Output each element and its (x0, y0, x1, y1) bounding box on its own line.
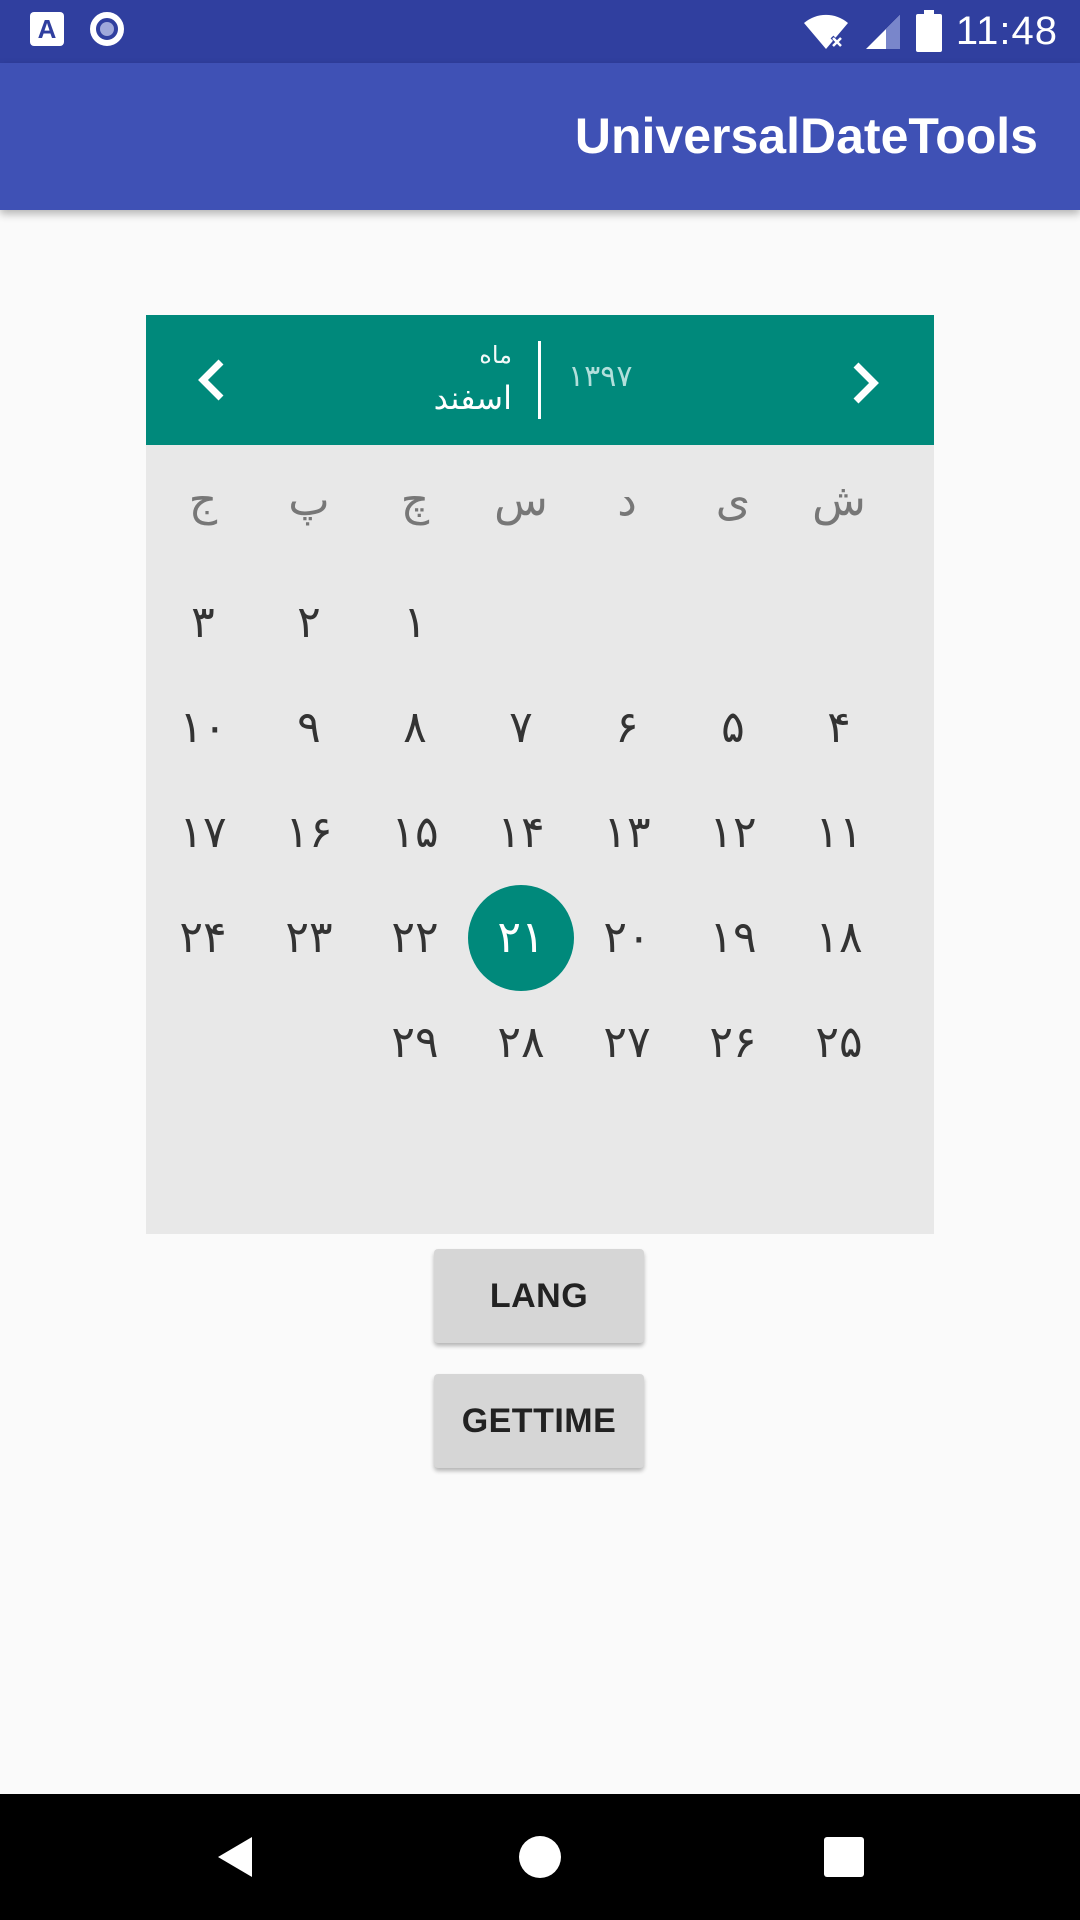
weekday-label: ج (188, 476, 218, 525)
calendar-header: ماه اسفند ۱۳۹۷ (146, 315, 934, 445)
calendar-day[interactable]: ۲۰ (574, 885, 680, 991)
wifi-icon (803, 14, 848, 50)
weekday-label: چ (400, 476, 430, 525)
calendar-day[interactable]: ۲۳ (256, 885, 362, 991)
next-month-button[interactable] (836, 353, 896, 413)
status-bar: A 11:48 (0, 0, 1080, 63)
chevron-left-icon (198, 359, 224, 401)
back-icon[interactable] (206, 1827, 266, 1887)
weekday-label: د (617, 476, 637, 525)
calendar-day[interactable]: ۹ (256, 675, 362, 781)
calendar-day[interactable]: ۲۷ (574, 990, 680, 1096)
weekday-label: ی (715, 476, 751, 525)
lang-button[interactable]: LANG (434, 1249, 644, 1343)
calendar-day[interactable]: ۴ (786, 675, 892, 781)
weekday-label: پ (288, 476, 330, 525)
calendar-day[interactable]: ۲۹ (362, 990, 468, 1096)
calendar-day[interactable]: ۲۲ (362, 885, 468, 991)
calendar-day[interactable]: ۱ (362, 570, 468, 676)
calendar-day[interactable]: ۱۰ (150, 675, 256, 781)
header-divider (538, 341, 541, 419)
calendar-day[interactable]: ۱۶ (256, 780, 362, 886)
calendar-day[interactable]: ۱۹ (680, 885, 786, 991)
calendar-day[interactable]: ۷ (468, 675, 574, 781)
calendar-day[interactable]: ۲۸ (468, 990, 574, 1096)
app-title: UniversalDateTools (574, 108, 1038, 164)
calendar-day[interactable]: ۱۵ (362, 780, 468, 886)
calendar-day[interactable]: ۱۷ (150, 780, 256, 886)
month-selector[interactable]: ماه اسفند (434, 341, 512, 419)
home-icon[interactable] (510, 1827, 570, 1887)
calendar-day[interactable]: ۲۶ (680, 990, 786, 1096)
app-bar: UniversalDateTools (0, 63, 1080, 210)
calendar-day[interactable]: ۱۸ (786, 885, 892, 991)
calendar-day[interactable]: ۱۲ (680, 780, 786, 886)
gettime-button[interactable]: GETTIME (434, 1374, 644, 1468)
navigation-bar (0, 1794, 1080, 1920)
previous-month-button[interactable] (181, 350, 241, 410)
calendar-day[interactable]: ۱۳ (574, 780, 680, 886)
persian-date-picker: ماه اسفند ۱۳۹۷ شیدسچپج ۱ ۲ ۳ ۴ ۵ ۶ ۷ ۸ ۹ ۱۰ ۱۱ ۱۲ ۱۳… (146, 315, 934, 1234)
weekday-label: ش (812, 476, 866, 525)
calendar-day[interactable]: ۲۴ (150, 885, 256, 991)
selected-day[interactable]: ۲۱ (468, 885, 574, 991)
month-name: اسفند (433, 380, 512, 416)
chevron-right-icon (853, 362, 879, 404)
month-label: ماه (479, 342, 512, 369)
calendar-day[interactable]: ۲۵ (786, 990, 892, 1096)
calendar-day[interactable]: ۸ (362, 675, 468, 781)
weekday-label: س (494, 476, 548, 525)
status-time: 11:48 (955, 8, 1058, 53)
calendar-day[interactable]: ۱۱ (786, 780, 892, 886)
year-selector[interactable]: ۱۳۹۷ (568, 359, 632, 394)
record-circle-icon (90, 12, 124, 46)
recents-icon[interactable] (814, 1827, 874, 1887)
calendar-day[interactable]: ۵ (680, 675, 786, 781)
calendar-day[interactable]: ۲ (256, 570, 362, 676)
calendar-day[interactable]: ۶ (574, 675, 680, 781)
signal-icon (865, 15, 900, 49)
calendar-day[interactable]: ۳ (150, 570, 256, 676)
battery-icon (915, 10, 942, 52)
app-notification-icon: A (30, 12, 64, 46)
calendar-day[interactable]: ۱۴ (468, 780, 574, 886)
